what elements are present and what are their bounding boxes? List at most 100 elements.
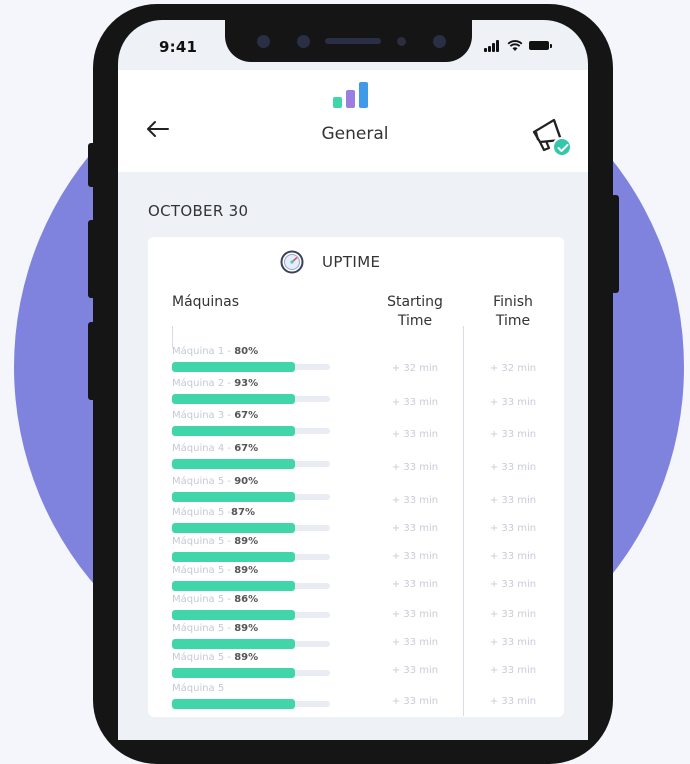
- machine-label: Máquina 5 - 86%: [172, 594, 258, 605]
- starting-time-cell: + 33 min: [391, 397, 439, 408]
- starting-time-cell: + 33 min: [391, 696, 439, 707]
- machine-label: Máquina 2 - 93%: [172, 378, 258, 389]
- label-separator: -: [224, 594, 235, 605]
- starting-time-cell: + 33 min: [391, 665, 439, 676]
- label-separator: -: [224, 623, 235, 634]
- uptime-bar: [172, 523, 330, 533]
- uptime-percent: 93%: [234, 378, 259, 389]
- wifi-icon: [507, 40, 523, 51]
- machine-name: Máquina 5: [172, 536, 225, 547]
- machine-name: Máquina 5: [172, 594, 225, 605]
- uptime-bar-fill: [172, 668, 295, 678]
- column-header-starting-time: Starting Time: [370, 293, 460, 331]
- machine-label: Máquina 5 - 89%: [172, 565, 258, 576]
- status-time: 9:41: [159, 38, 198, 56]
- machine-name: Máquina 5: [172, 683, 225, 694]
- list-item: Máquina 4 - 67% + 33 min + 33 min: [0, 443, 690, 476]
- list-item: Máquina 5 + 33 min + 33 min: [0, 683, 690, 716]
- finish-time-cell: + 33 min: [489, 462, 537, 473]
- finish-time-cell: + 33 min: [489, 637, 537, 648]
- finish-time-cell: + 33 min: [489, 397, 537, 408]
- uptime-bar-fill: [172, 459, 295, 469]
- uptime-bar-fill: [172, 581, 295, 591]
- sensor-icon: [397, 37, 406, 46]
- uptime-bar: [172, 426, 330, 436]
- label-separator: -: [224, 536, 235, 547]
- label-separator: -: [224, 410, 235, 421]
- machine-label: Máquina 5 -87%: [172, 507, 255, 518]
- machine-label: Máquina 5 - 89%: [172, 623, 258, 634]
- column-header-finish-time: Finish Time: [478, 293, 548, 331]
- column-header-text: Time: [397, 313, 433, 329]
- uptime-bar-fill: [172, 639, 295, 649]
- finish-time-cell: + 33 min: [489, 696, 537, 707]
- label-separator: -: [224, 565, 235, 576]
- signal-icon: [488, 46, 491, 52]
- uptime-percent: 89%: [234, 623, 259, 634]
- machine-name: Máquina 1: [172, 346, 225, 357]
- uptime-percent: 87%: [231, 507, 255, 518]
- label-separator: -: [224, 652, 235, 663]
- signal-icon: [496, 40, 499, 52]
- front-camera-icon: [433, 35, 446, 48]
- signal-icon: [492, 43, 495, 52]
- machine-label: Máquina 5 - 89%: [172, 652, 258, 663]
- list-item: Máquina 3 - 67% + 33 min + 33 min: [0, 410, 690, 443]
- starting-time-cell: + 33 min: [391, 429, 439, 440]
- uptime-bar: [172, 394, 330, 404]
- uptime-bar-fill: [172, 362, 295, 372]
- column-divider: [172, 326, 173, 348]
- status-icons: [484, 38, 564, 54]
- machine-label: Máquina 5 - 89%: [172, 536, 258, 547]
- machine-name: Máquina 4: [172, 443, 225, 454]
- column-header-machines: Máquinas: [172, 294, 240, 310]
- machine-name: Máquina 2: [172, 378, 225, 389]
- machine-name: Máquina 5: [172, 652, 225, 663]
- finish-time-cell: + 33 min: [489, 579, 537, 590]
- uptime-percent: 86%: [234, 594, 259, 605]
- finish-time-cell: + 33 min: [489, 551, 537, 562]
- label-separator: -: [224, 346, 235, 357]
- uptime-bar-fill: [172, 426, 295, 436]
- finish-time-cell: + 33 min: [489, 429, 537, 440]
- uptime-percent: 89%: [234, 536, 259, 547]
- starting-time-cell: + 33 min: [391, 523, 439, 534]
- machine-name: Máquina 5: [172, 507, 225, 518]
- list-item: Máquina 5 - 89% + 33 min + 33 min: [0, 652, 690, 685]
- starting-time-cell: + 33 min: [391, 637, 439, 648]
- speaker-grille: [325, 38, 381, 44]
- uptime-bar: [172, 668, 330, 678]
- machine-label: Máquina 5: [172, 683, 224, 694]
- sensor-icon: [297, 35, 310, 48]
- starting-time-cell: + 33 min: [391, 609, 439, 620]
- finish-time-cell: + 33 min: [489, 523, 537, 534]
- uptime-bar: [172, 552, 330, 562]
- machine-label: Máquina 4 - 67%: [172, 443, 258, 454]
- finish-time-cell: + 33 min: [489, 609, 537, 620]
- uptime-bar: [172, 610, 330, 620]
- finish-time-cell: + 33 min: [489, 665, 537, 676]
- machine-label: Máquina 1 - 80%: [172, 346, 258, 357]
- uptime-bar-fill: [172, 552, 295, 562]
- finish-time-cell: + 32 min: [489, 363, 537, 374]
- battery-icon: [529, 41, 552, 50]
- gauge-icon: [280, 250, 304, 274]
- label-separator: -: [224, 476, 235, 487]
- uptime-percent: 80%: [234, 346, 259, 357]
- machine-label: Máquina 5 - 90%: [172, 476, 258, 487]
- label-separator: -: [224, 507, 232, 518]
- uptime-percent: 89%: [234, 565, 259, 576]
- arrow-left-icon[interactable]: [146, 120, 170, 138]
- uptime-bar-fill: [172, 492, 295, 502]
- column-header-text: Finish: [493, 294, 533, 310]
- label-separator: -: [224, 443, 235, 454]
- uptime-bar: [172, 699, 330, 709]
- machine-label: Máquina 3 - 67%: [172, 410, 258, 421]
- list-item: Máquina 2 - 93% + 33 min + 33 min: [0, 378, 690, 411]
- card-title: UPTIME: [322, 253, 381, 271]
- starting-time-cell: + 33 min: [391, 495, 439, 506]
- column-header-text: Time: [495, 313, 531, 329]
- uptime-bar: [172, 492, 330, 502]
- notch: [225, 16, 472, 62]
- label-separator: -: [224, 378, 235, 389]
